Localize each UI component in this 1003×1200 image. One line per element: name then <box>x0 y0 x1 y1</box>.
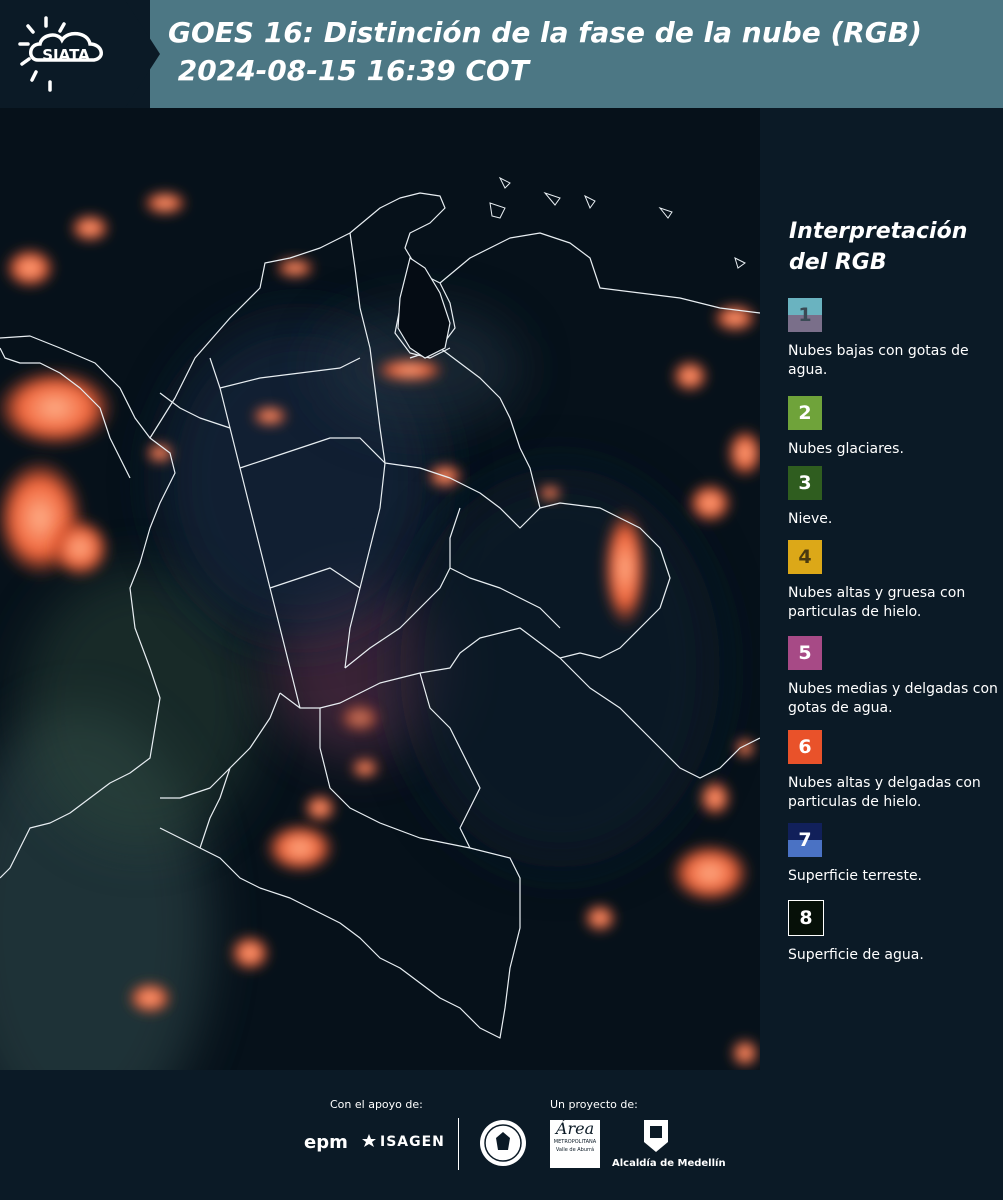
legend-swatch-6: 6 <box>788 730 822 764</box>
legend-panel: Interpretación del RGB 1 Nubes bajas con … <box>760 108 1003 1070</box>
legend-item-5: 5 Nubes medias y delgadas con gotas de ag… <box>788 636 998 718</box>
legend-number: 5 <box>798 642 812 664</box>
title-line-2: 2024-08-15 16:39 COT <box>168 54 529 87</box>
legend-title: Interpretación del RGB <box>789 216 989 278</box>
page-title: GOES 16: Distinción de la fase de la nub… <box>168 14 922 90</box>
legend-swatch-4: 4 <box>788 540 822 574</box>
area-metropolitana-logo: Área METROPOLITANA Valle de Aburrá <box>550 1120 600 1168</box>
medellin-crest-icon <box>644 1120 668 1152</box>
legend-item-8: 8 Superficie de agua. <box>788 900 998 965</box>
legend-label: Nubes glaciares. <box>788 441 904 457</box>
legend-number: 7 <box>798 829 812 851</box>
legend-number: 1 <box>798 304 812 326</box>
legend-item-1: 1 Nubes bajas con gotas de agua. <box>788 298 998 380</box>
partner1-name: Área <box>555 1119 595 1138</box>
legend-label: Superficie de agua. <box>788 947 924 963</box>
legend-item-6: 6 Nubes altas y delgadas con particulas d… <box>788 730 998 812</box>
siata-logo: SIATA <box>18 16 103 92</box>
legend-swatch-5: 5 <box>788 636 822 670</box>
partner1-sub2: Valle de Aburrá <box>555 1147 595 1153</box>
seal-logo <box>480 1120 526 1166</box>
legend-label: Nubes bajas con gotas de agua. <box>788 343 969 378</box>
legend-number: 4 <box>798 546 812 568</box>
satellite-map[interactable] <box>0 108 760 1070</box>
logo-panel: SIATA <box>0 0 160 108</box>
legend-swatch-3: 3 <box>788 466 822 500</box>
legend-item-2: 2 Nubes glaciares. <box>788 396 998 459</box>
footer-divider <box>458 1118 459 1170</box>
map-image[interactable] <box>0 108 760 1070</box>
legend-swatch-1: 1 <box>788 298 822 332</box>
legend-label: Nubes medias y delgadas con gotas de agu… <box>788 681 998 716</box>
logo-text: SIATA <box>42 46 90 64</box>
legend-label: Nubes altas y delgadas con particulas de… <box>788 775 981 810</box>
legend-label: Superficie terreste. <box>788 868 923 884</box>
legend-item-7: 7 Superficie terreste. <box>788 823 998 886</box>
legend-label: Nubes altas y gruesa con particulas de h… <box>788 585 966 620</box>
legend-number: 8 <box>799 907 813 929</box>
support-label: Con el apoyo de: <box>330 1098 423 1111</box>
footer: Con el apoyo de: Un proyecto de: epm ISA… <box>0 1070 1003 1200</box>
partner1-sub: METROPOLITANA <box>553 1139 597 1145</box>
isagen-logo: ISAGEN <box>380 1134 445 1150</box>
header: SIATA GOES 16: Distinción de la fase de … <box>0 0 1003 108</box>
project-label: Un proyecto de: <box>550 1098 638 1111</box>
legend-title-line-2: del RGB <box>789 250 887 275</box>
legend-swatch-7: 7 <box>788 823 822 857</box>
legend-number: 2 <box>798 402 812 424</box>
legend-item-3: 3 Nieve. <box>788 466 998 529</box>
isagen-icon <box>362 1134 376 1147</box>
epm-logo: epm <box>304 1132 348 1153</box>
legend-label: Nieve. <box>788 511 833 527</box>
title-line-1: GOES 16: Distinción de la fase de la nub… <box>168 16 922 49</box>
legend-title-line-1: Interpretación <box>789 219 968 244</box>
legend-swatch-2: 2 <box>788 396 822 430</box>
alcaldia-label: Alcaldía de Medellín <box>612 1158 726 1169</box>
legend-swatch-8: 8 <box>788 900 824 936</box>
legend-number: 6 <box>798 736 812 758</box>
legend-item-4: 4 Nubes altas y gruesa con particulas de … <box>788 540 998 622</box>
legend-number: 3 <box>798 472 812 494</box>
